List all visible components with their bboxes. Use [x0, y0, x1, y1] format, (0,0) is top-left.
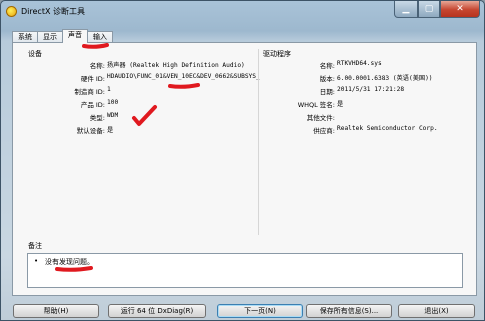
underline-hardware-id [168, 83, 200, 89]
checkmark-type [132, 105, 157, 126]
underline-sound-tab [82, 43, 109, 49]
underline-notes [55, 266, 93, 272]
red-annotation-marks [55, 43, 200, 272]
tab-sound[interactable]: 声音 [62, 29, 88, 43]
